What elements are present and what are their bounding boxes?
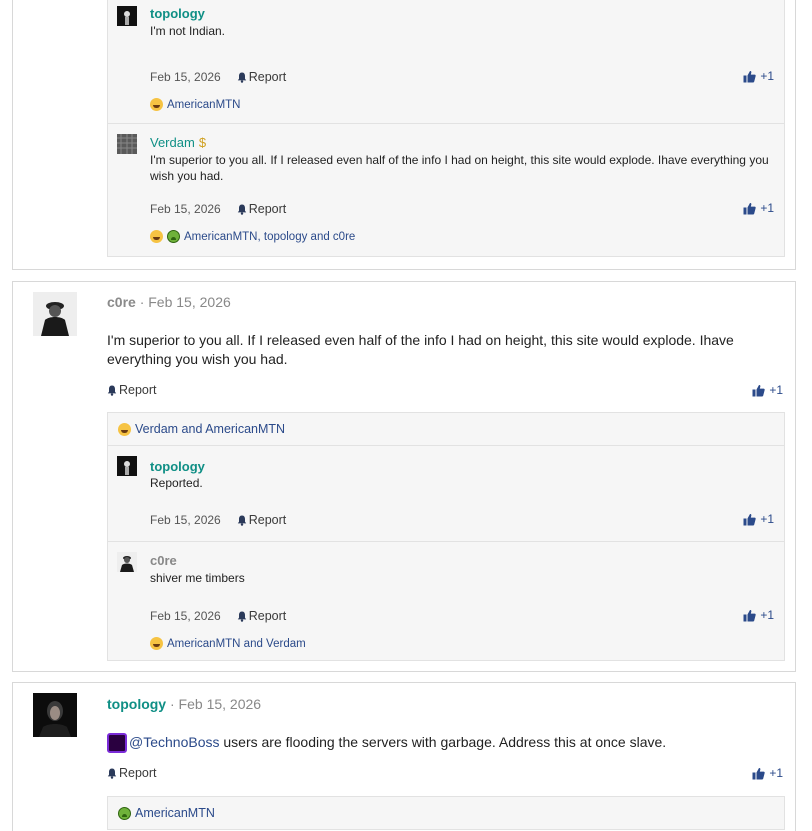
- post-date[interactable]: · Feb 15, 2026: [140, 294, 231, 310]
- like-button[interactable]: +1: [743, 608, 774, 622]
- reply-meta: Feb 15, 2026 Report +1: [150, 69, 774, 85]
- bell-icon: [107, 768, 117, 779]
- report-button[interactable]: Report: [237, 202, 287, 216]
- reply-author[interactable]: topology: [150, 6, 205, 21]
- reply-meta: Feb 15, 2026 Report +1: [150, 608, 774, 624]
- reply-c0re: c0re shiver me timbers Feb 15, 2026 Repo…: [108, 541, 784, 661]
- mention-link[interactable]: @TechnoBoss: [129, 734, 219, 750]
- like-count: +1: [760, 201, 774, 215]
- report-button[interactable]: Report: [237, 513, 287, 527]
- post-1-replies: topology I'm not Indian. Feb 15, 2026 Re…: [107, 0, 785, 257]
- reply-text: I'm not Indian.: [150, 24, 225, 38]
- like-button[interactable]: +1: [752, 766, 783, 780]
- laugh-emoji-icon: [150, 98, 163, 111]
- post-date[interactable]: · Feb 15, 2026: [170, 696, 261, 712]
- bell-icon: [237, 204, 246, 215]
- reply-date[interactable]: Feb 15, 2026: [150, 202, 221, 216]
- report-label: Report: [248, 202, 287, 216]
- post-body: I'm superior to you all. If I released e…: [107, 332, 734, 367]
- reply-date[interactable]: Feb 15, 2026: [150, 513, 221, 527]
- like-button[interactable]: +1: [743, 201, 774, 215]
- like-button[interactable]: +1: [743, 69, 774, 83]
- avatar[interactable]: [117, 456, 137, 476]
- report-label: Report: [248, 609, 287, 623]
- report-button[interactable]: Report: [107, 383, 157, 397]
- post-author[interactable]: c0re: [107, 294, 136, 310]
- thumbs-up-icon: [743, 513, 757, 525]
- reactions-list[interactable]: AmericanMTN and Verdam: [167, 638, 306, 650]
- post-actions: Report +1: [107, 766, 783, 784]
- thumbs-up-icon: [743, 70, 757, 82]
- mention-avatar[interactable]: [107, 733, 127, 754]
- reply-reactions[interactable]: AmericanMTN, topology and c0re: [150, 230, 355, 243]
- bell-icon: [237, 611, 246, 622]
- avatar[interactable]: [117, 552, 137, 572]
- report-button[interactable]: Report: [237, 609, 287, 623]
- reply-author[interactable]: topology: [150, 459, 205, 474]
- avatar[interactable]: [33, 693, 77, 737]
- thumbs-up-icon: [752, 767, 766, 779]
- reply-date[interactable]: Feb 15, 2026: [150, 70, 221, 84]
- sick-emoji-icon: [167, 230, 180, 243]
- sick-emoji-icon: [118, 806, 131, 820]
- post-2-replies: topology Reported. Feb 15, 2026 Report +…: [107, 446, 785, 661]
- laugh-emoji-icon: [150, 230, 163, 243]
- like-button[interactable]: +1: [743, 512, 774, 526]
- like-count: +1: [769, 766, 783, 780]
- avatar[interactable]: [33, 292, 77, 336]
- report-label: Report: [248, 70, 287, 84]
- report-button[interactable]: Report: [237, 70, 287, 84]
- reply-verdam: Verdam $ I'm superior to you all. If I r…: [108, 123, 784, 258]
- reply-text: shiver me timbers: [150, 571, 245, 585]
- reply-text: I'm superior to you all. If I released e…: [150, 153, 769, 183]
- like-count: +1: [760, 608, 774, 622]
- reactions-list[interactable]: AmericanMTN: [167, 99, 240, 111]
- like-button[interactable]: +1: [752, 383, 783, 397]
- post-1: topology I'm not Indian. Feb 15, 2026 Re…: [12, 0, 796, 270]
- reply-text: Reported.: [150, 476, 203, 490]
- post-author[interactable]: topology: [107, 696, 166, 712]
- post-header: topology · Feb 15, 2026: [107, 696, 261, 712]
- thumbs-up-icon: [752, 384, 766, 396]
- reply-meta: Feb 15, 2026 Report +1: [150, 512, 774, 528]
- post-body: @TechnoBoss users are flooding the serve…: [107, 733, 787, 754]
- reactions-list[interactable]: AmericanMTN, topology and c0re: [184, 231, 355, 243]
- thumbs-up-icon: [743, 202, 757, 214]
- reply-topology: topology I'm not Indian. Feb 15, 2026 Re…: [108, 0, 784, 123]
- reactions-list[interactable]: Verdam and AmericanMTN: [135, 422, 285, 436]
- like-count: +1: [760, 512, 774, 526]
- report-label: Report: [119, 766, 157, 780]
- reply-author-name[interactable]: Verdam: [150, 135, 195, 150]
- post-reactions[interactable]: Verdam and AmericanMTN: [107, 412, 785, 446]
- reply-author[interactable]: c0re: [150, 553, 177, 568]
- laugh-emoji-icon: [150, 637, 163, 650]
- reply-topology: topology Reported. Feb 15, 2026 Report +…: [108, 446, 784, 541]
- reactions-list[interactable]: AmericanMTN: [135, 806, 215, 820]
- report-label: Report: [248, 513, 287, 527]
- report-button[interactable]: Report: [107, 766, 157, 780]
- report-label: Report: [119, 383, 157, 397]
- reply-date[interactable]: Feb 15, 2026: [150, 609, 221, 623]
- reply-reactions[interactable]: AmericanMTN: [150, 98, 240, 111]
- bell-icon: [237, 72, 246, 83]
- like-count: +1: [760, 69, 774, 83]
- bell-icon: [237, 515, 246, 526]
- post-actions: Report +1: [107, 383, 783, 401]
- post-header: c0re · Feb 15, 2026: [107, 294, 231, 310]
- avatar[interactable]: [117, 6, 137, 26]
- post-reactions[interactable]: AmericanMTN: [107, 796, 785, 830]
- dollar-icon: $: [198, 134, 207, 150]
- laugh-emoji-icon: [118, 422, 131, 436]
- bell-icon: [107, 385, 117, 396]
- post-2: c0re · Feb 15, 2026 I'm superior to you …: [12, 281, 796, 672]
- thumbs-up-icon: [743, 609, 757, 621]
- like-count: +1: [769, 383, 783, 397]
- reply-meta: Feb 15, 2026 Report +1: [150, 201, 774, 217]
- post-3: topology · Feb 15, 2026 @TechnoBoss user…: [12, 682, 796, 831]
- post-body-text: users are flooding the servers with garb…: [219, 734, 667, 750]
- reply-reactions[interactable]: AmericanMTN and Verdam: [150, 637, 306, 650]
- avatar[interactable]: [117, 134, 137, 154]
- reply-author[interactable]: Verdam $: [150, 135, 211, 150]
